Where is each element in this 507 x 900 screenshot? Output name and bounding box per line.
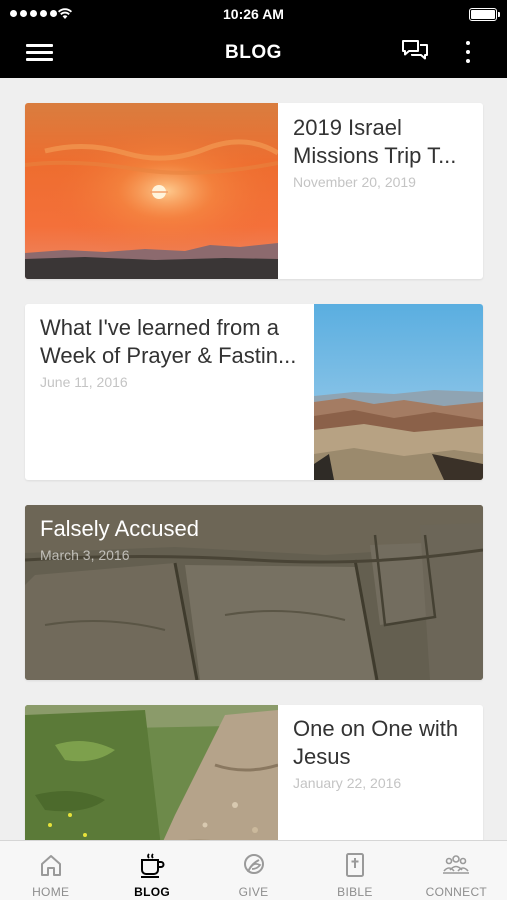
post-title: Falsely Accused: [40, 516, 199, 541]
tab-home[interactable]: HOME: [0, 841, 101, 900]
nav-bar: BLOG: [0, 28, 507, 78]
coffee-cup-icon: [141, 853, 165, 878]
chat-icon[interactable]: [401, 39, 429, 65]
blog-post-card[interactable]: Falsely Accused March 3, 2016: [25, 505, 483, 680]
home-icon: [40, 855, 61, 876]
tab-label: HOME: [32, 885, 70, 899]
tab-bible[interactable]: BIBLE: [304, 841, 405, 900]
post-date: January 22, 2016: [293, 775, 402, 791]
people-icon: [443, 855, 470, 874]
post-date: June 11, 2016: [40, 374, 128, 390]
tab-label: CONNECT: [425, 885, 488, 899]
give-icon: [243, 854, 264, 874]
tab-blog[interactable]: BLOG: [101, 841, 202, 900]
blog-post-card[interactable]: 2019 Israel Missions Trip T... November …: [25, 103, 483, 279]
post-thumbnail-canyon: [314, 304, 483, 480]
tab-bar: HOME BLOG GIVE BIBLE CONNECT: [0, 840, 507, 900]
post-date: March 3, 2016: [40, 547, 130, 563]
tab-label: BLOG: [134, 885, 171, 899]
blog-post-card[interactable]: One on One with Jesus January 22, 2016: [25, 705, 483, 845]
tab-connect[interactable]: CONNECT: [406, 841, 507, 900]
status-bar: 10:26 AM: [0, 0, 507, 28]
post-thumbnail-sunset: [25, 103, 278, 279]
battery-icon: [469, 8, 500, 21]
tab-label: BIBLE: [337, 885, 373, 899]
post-title: 2019 Israel Missions Trip T...: [293, 115, 457, 168]
bible-icon: [345, 853, 364, 877]
tab-label: GIVE: [238, 885, 269, 899]
tab-give[interactable]: GIVE: [203, 841, 304, 900]
more-options-icon[interactable]: [460, 40, 476, 66]
page-title: BLOG: [225, 42, 282, 63]
status-time: 10:26 AM: [223, 6, 284, 22]
post-title: One on One with Jesus: [293, 716, 459, 769]
post-title: What I've learned from a Week of Prayer …: [40, 315, 297, 368]
post-date: November 20, 2019: [293, 174, 416, 190]
blog-post-card[interactable]: What I've learned from a Week of Prayer …: [25, 304, 483, 480]
post-thumbnail-path: [25, 705, 278, 845]
